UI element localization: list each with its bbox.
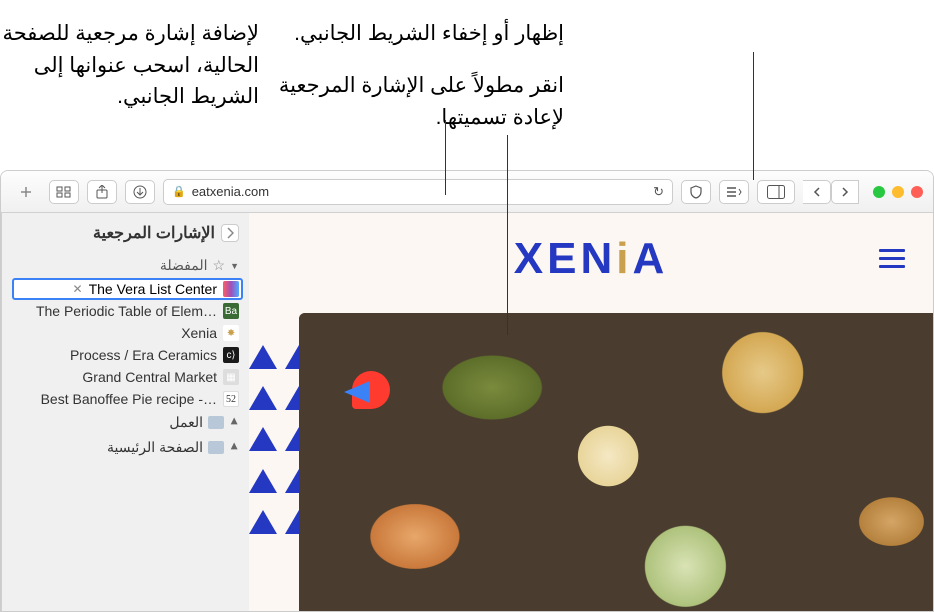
toolbar: 🔒 eatxenia.com ↻ [1, 171, 933, 213]
nav-back-button[interactable] [831, 180, 859, 204]
favorites-label: المفضلة [160, 257, 208, 274]
sidebar-toggle-button[interactable] [757, 180, 795, 204]
callout-line [445, 120, 446, 195]
favicon: ✸ [223, 325, 239, 341]
bookmark-item[interactable]: ⟨c Process / Era Ceramics [12, 344, 243, 366]
tabs-button[interactable] [49, 180, 79, 204]
hero-image [299, 313, 933, 611]
favicon [223, 281, 239, 297]
callout-drag-bookmark: لإضافة إشارة مرجعية للصفحة الحالية، اسحب… [0, 18, 259, 113]
downloads-button[interactable] [125, 180, 155, 204]
callout-line [753, 52, 754, 180]
bookmark-folder[interactable]: ▶ العمل [2, 410, 249, 435]
bookmark-item[interactable]: 52 Best Banoffee Pie recipe -… [12, 388, 243, 410]
bookmark-list: The Vera List Center ✕ Ba The Periodic Tabl… [2, 278, 249, 410]
new-tab-button[interactable] [11, 180, 41, 204]
bookmark-label: Grand Central Market [82, 369, 217, 385]
reload-icon[interactable]: ↻ [653, 184, 664, 200]
url-text: eatxenia.com [192, 184, 269, 199]
folder-label: الصفحة الرئيسية [107, 439, 203, 456]
bookmark-label: The Vera List Center [89, 281, 217, 297]
window-minimize-button[interactable] [892, 186, 904, 198]
bookmark-label: The Periodic Table of Elem… [36, 303, 217, 319]
bookmark-item[interactable]: Ba The Periodic Table of Elem… [12, 300, 243, 322]
share-button[interactable] [87, 180, 117, 204]
favicon: 52 [223, 391, 239, 407]
favicon: ⟨c [223, 347, 239, 363]
sidebar-title: الإشارات المرجعية [93, 223, 215, 243]
clear-icon[interactable]: ✕ [69, 282, 83, 296]
bookmark-item[interactable]: ▦ Grand Central Market [12, 366, 243, 388]
callout-longpress-rename: انقر مطولاً على الإشارة المرجعية لإعادة … [274, 70, 564, 133]
lock-icon: 🔒 [172, 185, 186, 198]
bird-illustration [344, 363, 399, 418]
bookmark-label: Xenia [181, 325, 217, 341]
favicon: Ba [223, 303, 239, 319]
sidebar-back-button[interactable] [221, 224, 239, 242]
window-maximize-button[interactable] [873, 186, 885, 198]
bookmarks-sidebar: الإشارات المرجعية ▼ ☆ المفضلة The Vera L… [1, 213, 249, 611]
folder-icon [208, 441, 224, 454]
disclosure-triangle-icon: ▶ [229, 443, 240, 453]
star-icon: ☆ [213, 257, 226, 274]
window-close-button[interactable] [911, 186, 923, 198]
bookmark-item[interactable]: The Vera List Center ✕ [12, 278, 243, 300]
disclosure-triangle-icon: ▶ [229, 418, 240, 428]
bookmark-label: Best Banoffee Pie recipe -… [41, 391, 217, 407]
nav-forward-button[interactable] [803, 180, 831, 204]
privacy-report-button[interactable] [681, 180, 711, 204]
bookmark-label: Process / Era Ceramics [70, 347, 217, 363]
disclosure-triangle-icon: ▼ [230, 261, 239, 271]
folder-icon [208, 416, 224, 429]
favorites-group-header[interactable]: ▼ ☆ المفضلة [2, 251, 249, 278]
bookmark-item[interactable]: ✸ Xenia [12, 322, 243, 344]
favicon: ▦ [223, 369, 239, 385]
hero-section [249, 305, 933, 611]
reader-button[interactable] [719, 180, 749, 204]
page-content: XENiA [249, 213, 933, 611]
bookmark-folder[interactable]: ▶ الصفحة الرئيسية [2, 435, 249, 460]
address-bar[interactable]: 🔒 eatxenia.com ↻ [163, 179, 673, 205]
hamburger-menu-button[interactable] [879, 249, 905, 268]
callout-line [507, 135, 508, 335]
safari-window: 🔒 eatxenia.com ↻ الإشارات المرجعية [0, 170, 934, 612]
folder-label: العمل [169, 414, 203, 431]
site-logo[interactable]: XENiA [514, 234, 669, 284]
callout-show-hide-sidebar: إظهار أو إخفاء الشريط الجانبي. [274, 18, 564, 50]
